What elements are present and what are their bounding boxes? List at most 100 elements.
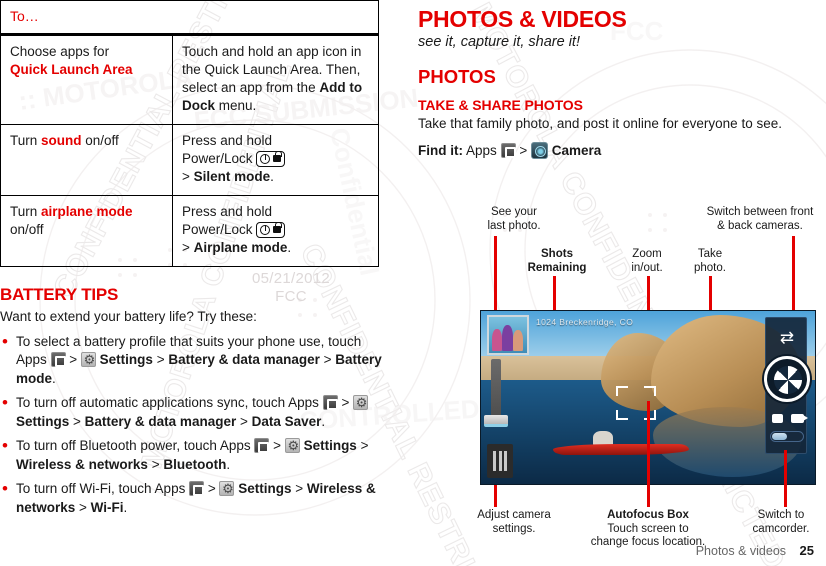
apps-icon (500, 142, 516, 158)
callout-switch-cameras: Switch between front & back cameras. (694, 206, 826, 233)
tip-text: To turn off Wi-Fi, touch Apps (16, 481, 190, 496)
action-text-2: menu. (215, 98, 257, 113)
list-item: To turn off Wi-Fi, touch Apps > Settings… (0, 479, 382, 517)
apps-icon (254, 438, 270, 453)
tip-text: To turn off Bluetooth power, touch Apps (16, 438, 255, 453)
left-column: To… Choose apps for Quick Launch Area To… (0, 0, 382, 523)
page-footer: Photos & videos 25 (696, 543, 814, 558)
right-column: PHOTOS & VIDEOS see it, capture it, shar… (418, 0, 826, 548)
zoom-slider-track[interactable] (491, 359, 501, 419)
settings-icon (80, 351, 97, 368)
table-header-label: To… (10, 8, 39, 24)
settings-icon (284, 437, 301, 454)
tip-sep: > (236, 413, 252, 429)
find-it-line: Find it: Apps > Camera (418, 141, 826, 159)
table-row: Turn sound on/off Press and hold Power/L… (0, 124, 379, 196)
task-text-prefix: Choose apps for (10, 44, 110, 59)
find-it-apps-label: Apps (466, 142, 497, 158)
table-cell-task: Choose apps for Quick Launch Area (0, 34, 173, 125)
footer-page-number: 25 (799, 543, 814, 558)
task-text-prefix: Turn (10, 204, 42, 219)
tip-period: . (226, 456, 231, 472)
power-lock-icon (256, 222, 286, 238)
camera-camcorder-toggle[interactable] (770, 431, 804, 442)
battery-tips-intro: Want to extend your battery life? Try th… (0, 309, 257, 324)
camera-settings-button[interactable] (487, 444, 513, 478)
tip-sep: > (75, 499, 91, 515)
leader-line-adjust-settings (494, 485, 497, 507)
callout-line: Shots (541, 248, 573, 260)
table-row: Turn airplane mode on/off Press and hold… (0, 195, 379, 267)
callout-line: Adjust camera (477, 509, 551, 521)
tip-sep: > (291, 481, 307, 496)
callout-line: Touch screen to (607, 522, 689, 535)
tip-bold-settings: Settings (16, 413, 70, 429)
action-line-3-suffix: . (287, 240, 292, 255)
manual-page: To… Choose apps for Quick Launch Area To… (0, 0, 826, 566)
apps-icon (322, 395, 338, 410)
callout-line: in/out. (631, 261, 663, 274)
tip-bold-menu: Wireless & networks (16, 456, 148, 472)
tip-sep: > (204, 481, 220, 496)
table-cell-action: Press and hold Power/Lock > Airplane mod… (172, 195, 379, 267)
shutter-button[interactable] (764, 356, 810, 402)
shots-remaining-status: 1024 Breckenridge, CO (536, 317, 634, 327)
tip-period: . (123, 499, 128, 515)
table-header-cell: To… (0, 0, 379, 36)
list-item: To turn off Bluetooth power, touch Apps … (0, 436, 382, 474)
thumb-person (492, 329, 502, 351)
last-photo-thumbnail[interactable] (487, 315, 529, 355)
leader-line-last-photo (494, 236, 497, 310)
action-line-3-suffix: . (270, 169, 274, 184)
list-item: To select a battery profile that suits y… (0, 332, 382, 389)
action-line-3-bold: Airplane mode (193, 240, 288, 255)
body-paragraph: Take that family photo, and post it onli… (418, 116, 782, 131)
callout-line: last photo. (487, 219, 541, 232)
leader-line-camcorder (784, 450, 787, 507)
shortcuts-table: To… Choose apps for Quick Launch Area To… (0, 0, 379, 267)
settings-icon (219, 480, 235, 497)
task-text-suffix: on/off (81, 133, 119, 148)
action-line-3-prefix: > (182, 240, 194, 255)
apps-icon (189, 481, 205, 496)
thumb-person (502, 325, 513, 351)
footer-section-name: Photos & videos (695, 544, 787, 558)
photo-mode-icon[interactable] (772, 414, 783, 423)
tip-bold-item: Data Saver (251, 413, 322, 429)
task-text-highlight: sound (41, 133, 82, 148)
autofocus-box[interactable] (616, 386, 656, 420)
table-row: Choose apps for Quick Launch Area Touch … (0, 34, 379, 125)
tip-bold-item: Bluetooth (163, 456, 227, 472)
section-title: PHOTOS (418, 66, 496, 87)
switch-camera-icon[interactable]: ⇄ (775, 328, 799, 348)
tip-sep: > (356, 438, 369, 453)
callout-zoom: Zoom in/out. (617, 248, 677, 275)
tip-bold-menu: Battery & data manager (168, 352, 320, 367)
tip-sep: > (65, 352, 81, 367)
tip-period: . (52, 370, 56, 386)
callout-line: settings. (492, 522, 536, 535)
table-cell-action: Press and hold Power/Lock > Silent mode. (172, 124, 379, 196)
thumb-person (513, 330, 523, 351)
tip-sep: > (337, 395, 354, 410)
apps-icon (50, 352, 66, 367)
zoom-slider-knob[interactable] (484, 415, 508, 427)
tip-sep: > (269, 438, 285, 453)
task-text-highlight: airplane mode (41, 204, 133, 219)
camera-control-bar: ⇄ (764, 317, 810, 454)
callout-line: Switch between front (706, 206, 814, 218)
callout-line: & back cameras. (717, 219, 803, 232)
tip-bold-item: Wi-Fi (90, 499, 124, 515)
action-line-3-bold: Silent mode (193, 169, 271, 184)
video-mode-icon[interactable] (791, 414, 808, 423)
tip-bold-settings: Settings (234, 481, 292, 496)
callout-see-last-photo: See your last photo. (462, 206, 566, 233)
tip-text: To turn off automatic applications sync,… (16, 395, 323, 410)
tip-sep: > (69, 413, 85, 429)
camera-ui-figure: See your last photo. Shots Remaining Zoo… (462, 206, 826, 558)
find-it-separator: > (519, 142, 528, 158)
tip-sep: > (319, 352, 336, 367)
battery-tips-heading: BATTERY TIPS (0, 285, 119, 304)
list-item: To turn off automatic applications sync,… (0, 393, 382, 431)
table-cell-task: Turn sound on/off (0, 124, 173, 196)
